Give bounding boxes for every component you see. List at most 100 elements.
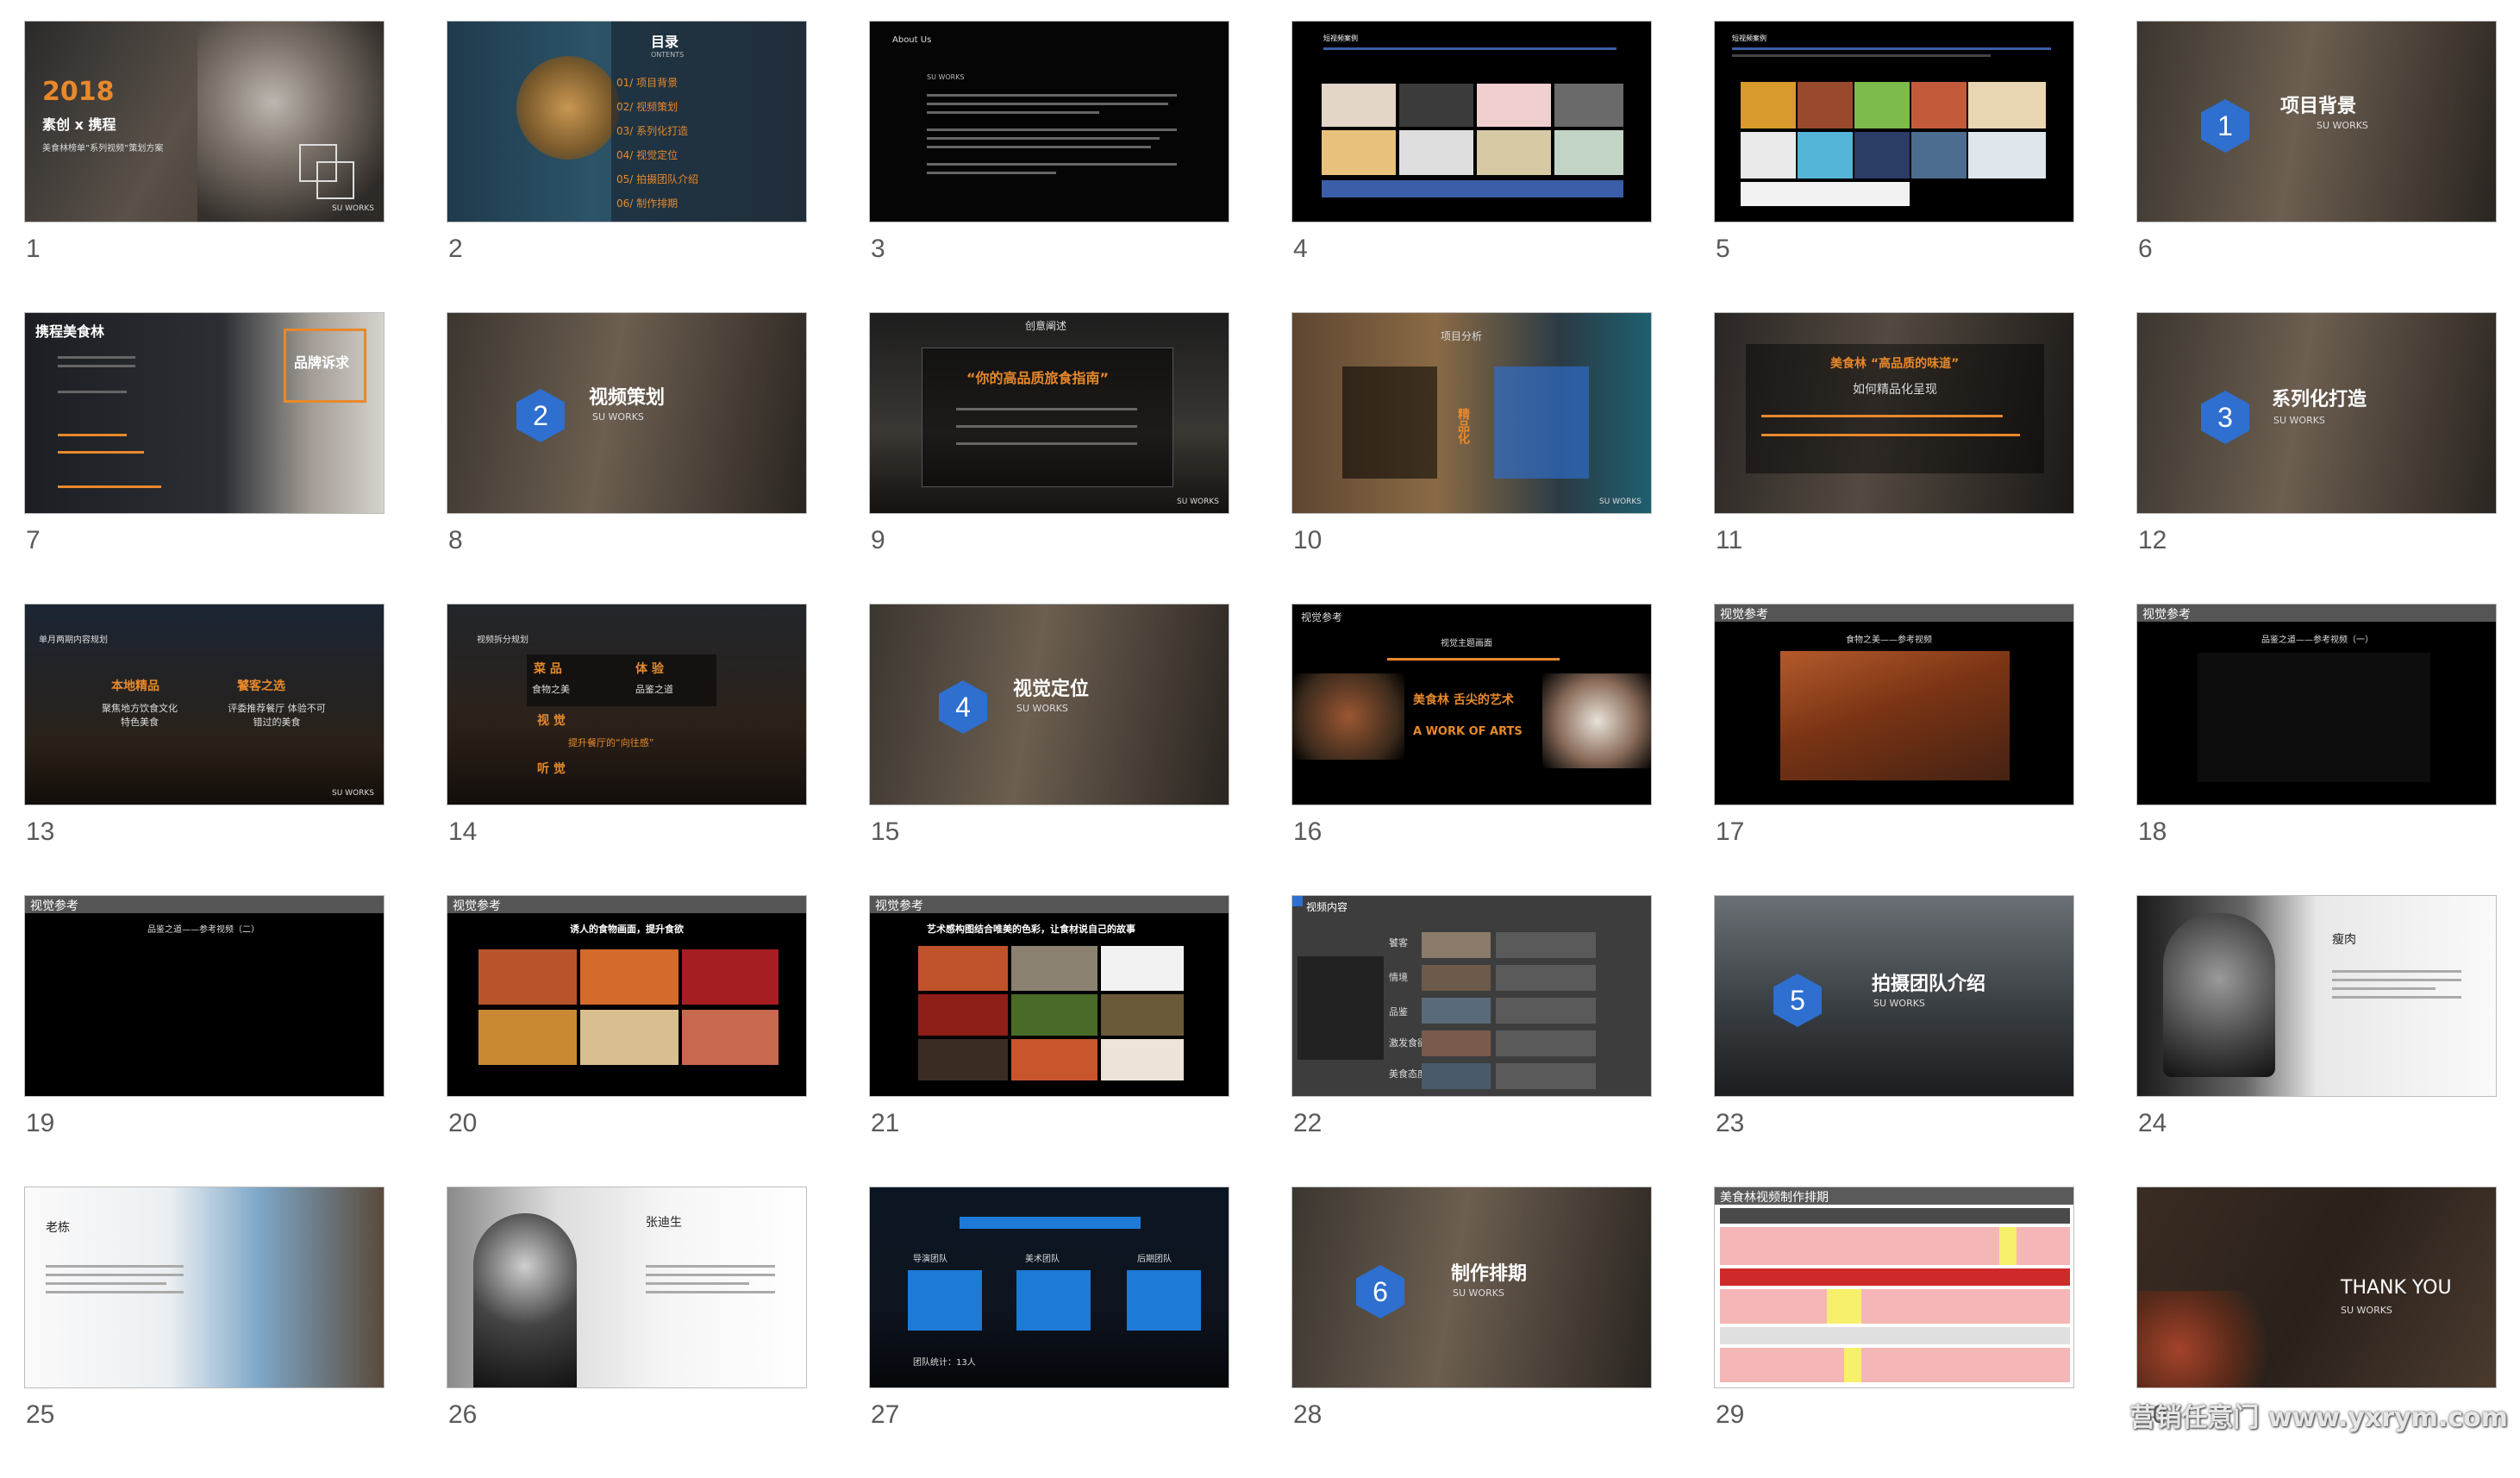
slide-5-image [1854,82,1910,128]
slide-5-image [1854,132,1910,178]
slide-7-title: 携程美食林 [35,323,105,340]
slide-2-panel [611,22,806,222]
slide-thumbnail-14[interactable]: 视频拆分规划 菜 品 体 验 食物之美 品鉴之道 视 觉 提升餐厅的“向往感” … [447,604,807,805]
slide-thumbnail-24[interactable]: 瘦肉 [2136,895,2497,1097]
slide-number-14: 14 [448,817,478,846]
slide-thumbnail-1[interactable]: 2018 素创 x 携程 美食林榜单”系列视频”策划方案 SU WORKS [24,21,385,222]
slide-thumbnail-7[interactable]: 携程美食林 品牌诉求 [24,312,385,514]
slide-29-schedule-highlight [1827,1289,1861,1324]
slide-cell-23: 5 拍摄团队介绍 SU WORKS 23 [1714,895,2074,1187]
slide-4-title: 短视频案例 [1323,34,1358,42]
slide-thumbnail-13[interactable]: 单月两期内容规划 本地精品 聚焦地方饮食文化 特色美食 饕客之选 评委推荐餐厅 … [24,604,385,805]
slide-5-text-line [1732,54,1991,57]
slide-thumbnail-3[interactable]: About Us SU WORKS [869,21,1229,222]
slide-16-food-image-left [1292,673,1404,760]
slide-24-text-line [2332,970,2461,973]
slide-29-schedule-highlight [1844,1348,1861,1382]
slide-26-text-line [646,1291,775,1293]
slide-thumbnail-19[interactable]: 视觉参考 品鉴之道——参考视频（二） [24,895,385,1097]
slide-cell-13: 单月两期内容规划 本地精品 聚焦地方饮食文化 特色美食 饕客之选 评委推荐餐厅 … [24,604,385,895]
slide-cell-2: 目录 ONTENTS 01/ 项目背景 02/ 视频策划 03/ 系列化打造 0… [447,21,807,312]
slide-thumbnail-25[interactable]: 老栋 [24,1187,385,1388]
slide-thumbnail-4[interactable]: 短视频案例 [1291,21,1652,222]
slide-thumbnail-8[interactable]: 2 视频策划 SU WORKS [447,312,807,514]
slide-thumbnail-12[interactable]: 3 系列化打造 SU WORKS [2136,312,2497,514]
slide-10-brand: SU WORKS [1599,498,1642,506]
slide-13-title: 单月两期内容规划 [39,636,108,645]
slide-thumbnail-9[interactable]: 创意阐述 “你的高品质旅食指南” SU WORKS [869,312,1229,514]
slide-24-text-line [2332,996,2461,999]
slide-number-24: 24 [2138,1109,2167,1137]
slide-13-right-heading: 饕客之选 [237,680,285,693]
slide-14-sub-beauty: 食物之美 [532,684,570,695]
slide-13-right-sub: 评委推荐餐厅 体验不可错过的美食 [228,703,326,728]
slide-11-headline: 美食林 “高品质的味道” [1830,357,1960,371]
slide-thumbnail-30[interactable]: THANK YOU SU WORKS [2136,1187,2497,1388]
slide-thumbnail-28[interactable]: 6 制作排期 SU WORKS [1291,1187,1652,1388]
slide-4-image [1322,130,1396,175]
slide-21-food-image [1011,994,1097,1036]
slide-thumbnail-2[interactable]: 目录 ONTENTS 01/ 项目背景 02/ 视频策划 03/ 系列化打造 0… [447,21,807,222]
slide-number-2: 2 [448,235,463,263]
slide-thumbnail-21[interactable]: 视觉参考 艺术感构图结合唯美的色彩，让食材说自己的故事 [869,895,1229,1097]
slide-7-badge: 品牌诉求 [294,354,350,371]
slide-thumbnail-27[interactable]: 导演团队 美术团队 后期团队 团队统计：13人 [869,1187,1229,1388]
slide-12-title: 系列化打造 [2272,389,2367,410]
slide-14-label-experience: 体 验 [635,662,664,676]
slide-thumbnail-26[interactable]: 张迪生 [447,1187,807,1388]
slide-21-title: 视觉参考 [870,896,1229,913]
slide-27-team-box [908,1270,982,1331]
slide-6-section-hexagon: 1 [2201,99,2249,153]
slide-thumbnail-20[interactable]: 视觉参考 诱人的食物画面，提升食欲 [447,895,807,1097]
slide-8-section-hexagon: 2 [516,389,565,442]
slide-number-26: 26 [448,1400,478,1429]
slide-29-schedule-row [1720,1227,2070,1265]
slide-5-image [1968,82,2046,128]
slide-2-item-5: 05/ 拍摄团队介绍 [616,173,699,185]
slide-14-title: 视频拆分规划 [477,636,528,645]
slide-cell-1: 2018 素创 x 携程 美食林榜单”系列视频”策划方案 SU WORKS 1 [24,21,385,312]
slide-thumbnail-29[interactable]: 美食林视频制作排期 [1714,1187,2074,1388]
slide-17-title: 视觉参考 [1715,604,2073,622]
slide-thumbnail-11[interactable]: 美食林 “高品质的味道” 如何精品化呈现 [1714,312,2074,514]
slide-cell-22: 视频内容 饕客 情境 品鉴 激发食欲 美食态度 22 [1291,895,1652,1187]
slide-thumbnail-16[interactable]: 视觉参考 视觉主题画面 美食林 舌尖的艺术 A WORK OF ARTS [1291,604,1652,805]
slide-4-image [1477,84,1551,127]
slide-cell-27: 导演团队 美术团队 后期团队 团队统计：13人 27 [869,1187,1229,1478]
slide-thumbnail-5[interactable]: 短视频案例 [1714,21,2074,222]
slide-24-text-line [2332,979,2461,981]
slide-2-title-en: ONTENTS [651,51,685,59]
slide-27-team-box [1127,1270,1201,1331]
slide-25-text-line [46,1265,184,1268]
slide-10-title: 项目分析 [1441,330,1483,342]
slide-19-title: 视觉参考 [25,896,384,913]
slide-21-food-image [1101,946,1184,991]
slide-14-sub-tasting: 品鉴之道 [635,684,673,695]
slide-16-headline: 美食林 舌尖的艺术 [1413,693,1514,707]
slide-20-food-image [682,1010,779,1065]
slide-number-8: 8 [448,526,463,554]
slide-number-9: 9 [871,526,885,554]
slide-22-desc [1496,1030,1596,1056]
slide-30-spice-image [2137,1291,2275,1387]
slide-thumbnail-23[interactable]: 5 拍摄团队介绍 SU WORKS [1714,895,2074,1097]
slide-9-text-line [956,408,1137,410]
slide-22-thumb [1422,932,1491,958]
slide-24-portrait [2163,913,2275,1077]
slide-thumbnail-6[interactable]: 1 项目背景 SU WORKS [2136,21,2497,222]
slide-thumbnail-15[interactable]: 4 视觉定位 SU WORKS [869,604,1229,805]
slide-thumbnail-17[interactable]: 视觉参考 食物之美——参考视频 [1714,604,2074,805]
slide-17-video-frame[interactable] [1780,651,2010,780]
slide-thumbnail-18[interactable]: 视觉参考 品鉴之道——参考视频（一） [2136,604,2497,805]
slide-thumbnail-10[interactable]: 项目分析 精品化 SU WORKS [1291,312,1652,514]
slide-16-food-image-right [1542,673,1651,768]
slide-12-brand: SU WORKS [2273,415,2325,426]
slide-9-headline: “你的高品质旅食指南” [966,370,1110,386]
slide-7-highlight-line [58,434,127,436]
slide-thumbnail-22[interactable]: 视频内容 饕客 情境 品鉴 激发食欲 美食态度 [1291,895,1652,1097]
slide-cell-5: 短视频案例 5 [1714,21,2074,312]
slide-22-thumb [1422,1030,1491,1056]
slide-21-food-image [1011,1039,1097,1080]
slide-18-video-frame[interactable] [2198,653,2430,782]
slide-8-brand: SU WORKS [592,411,644,423]
